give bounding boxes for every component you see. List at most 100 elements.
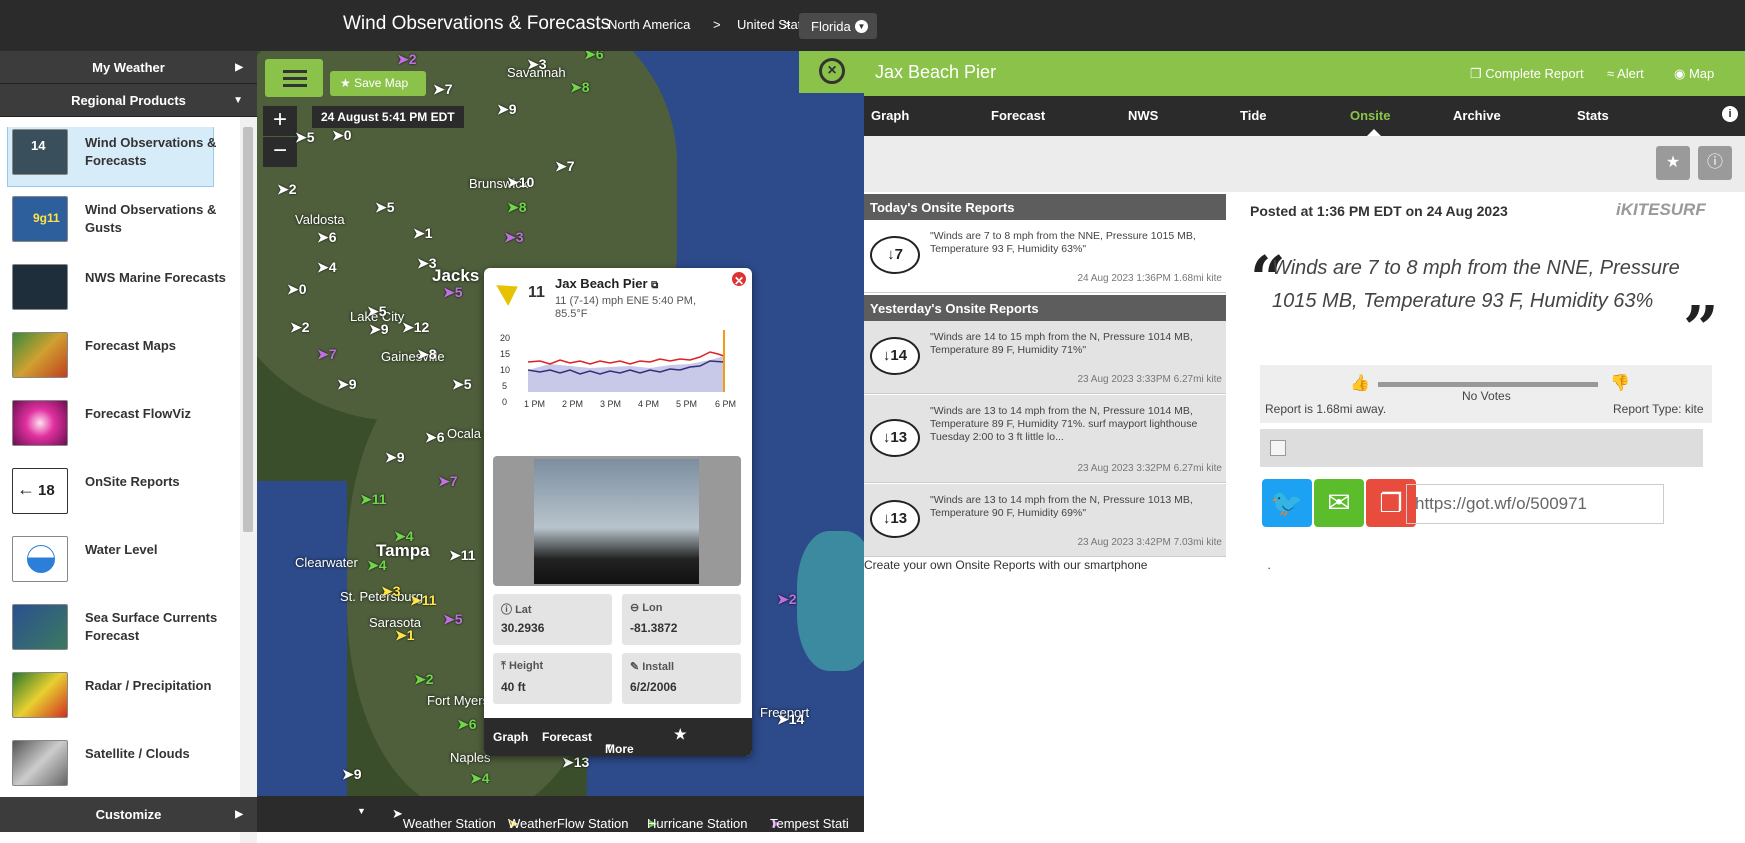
report-item[interactable]: ↓7 "Winds are 7 to 8 mph from the NNE, P… [864,220,1226,293]
popup-forecast-link[interactable]: Forecast [542,730,592,744]
chevron-down-icon[interactable]: ▼ [357,806,366,816]
station-marker[interactable]: ➤12 [402,319,429,336]
station-marker[interactable]: ➤4 [394,528,414,545]
station-marker[interactable]: ➤6 [425,429,445,446]
tab-onsite[interactable]: Onsite [1350,108,1390,123]
station-marker[interactable]: ➤10 [507,174,534,191]
thumbs-up-icon[interactable]: 👍 [1350,373,1370,393]
tab-tide[interactable]: Tide [1240,108,1267,123]
my-weather-header[interactable]: My Weather ▶ [0,51,257,84]
station-marker[interactable]: ➤1 [413,225,433,242]
station-marker[interactable]: ➤13 [562,754,589,771]
sidebar-scrollbar[interactable] [240,117,257,843]
tab-archive[interactable]: Archive [1453,108,1501,123]
menu-button[interactable] [265,59,323,97]
twitter-share-button[interactable]: 🐦 [1262,479,1312,527]
scrollbar-thumb[interactable] [243,127,253,532]
station-marker[interactable]: ➤6 [457,716,477,733]
station-marker[interactable]: ➤6 [584,51,604,63]
station-marker[interactable]: ➤2 [290,319,310,336]
station-marker[interactable]: ➤9 [497,101,517,118]
star-icon[interactable]: ★ [674,726,687,743]
sidebar-item-wind-observations-gusts[interactable]: 9g11 Wind Observations & Gusts [0,187,240,255]
station-marker[interactable]: ➤9 [369,321,389,338]
station-marker[interactable]: ➤8 [570,79,590,96]
station-marker[interactable]: ➤1 [395,627,415,644]
station-marker[interactable]: ➤3 [504,229,524,246]
station-marker[interactable]: ➤5 [443,611,463,628]
regional-products-header[interactable]: Regional Products ▼ [0,84,257,117]
station-title[interactable]: Jax Beach Pier ⧉ [555,276,658,291]
save-map-button[interactable]: ★ Save Map [330,71,426,96]
station-marker[interactable]: ➤7 [317,346,337,363]
sidebar-item-forecast-maps[interactable]: Forecast Maps [0,323,240,391]
station-marker[interactable]: ➤11 [449,547,476,564]
close-popup-button[interactable]: ✕ [730,270,748,288]
station-marker[interactable]: ➤3 [527,56,547,73]
close-map-button[interactable]: × [799,51,864,93]
station-marker[interactable]: ➤2 [397,51,417,68]
station-marker[interactable]: ➤7 [555,158,575,175]
sidebar-item-onsite-reports[interactable]: ← 18 OnSite Reports [0,459,240,527]
station-marker[interactable]: ➤11 [410,592,437,609]
station-marker[interactable]: ➤5 [443,284,463,301]
share-url-field[interactable]: https://got.wf/o/500971 [1406,484,1664,524]
station-marker[interactable]: ➤4 [367,557,387,574]
report-item[interactable]: ↓13 "Winds are 13 to 14 mph from the N, … [864,395,1226,483]
map-link[interactable]: ◉ Map [1674,66,1714,82]
station-marker[interactable]: ➤4 [470,770,490,787]
tab-graph[interactable]: Graph [871,108,909,123]
tab-stats[interactable]: Stats [1577,108,1609,123]
report-item[interactable]: ↓14 "Winds are 14 to 15 mph from the N, … [864,321,1226,394]
info-button[interactable]: ⓘ [1698,146,1732,180]
station-marker[interactable]: ➤5 [452,376,472,393]
sidebar-item-radar-precipitation[interactable]: Radar / Precipitation [0,663,240,731]
station-marker[interactable]: ➤9 [385,449,405,466]
station-marker[interactable]: ➤11 [360,491,387,508]
wind-detail: 11 (7-14) mph ENE 5:40 PM, 85.5°F [555,295,697,320]
sidebar-item-forecast-flowviz[interactable]: Forecast FlowViz [0,391,240,459]
station-marker[interactable]: ➤5 [367,303,387,320]
station-marker[interactable]: ➤8 [417,346,437,363]
sidebar-item-sea-surface-currents[interactable]: Sea Surface Currents Forecast [0,595,240,663]
station-marker[interactable]: ➤6 [317,229,337,246]
station-photo[interactable] [493,456,741,586]
popup-graph-link[interactable]: Graph [493,730,528,744]
zoom-in-button[interactable]: + [263,106,297,136]
station-marker[interactable]: ➤9 [337,376,357,393]
info-icon[interactable]: i [1722,106,1738,122]
station-marker[interactable]: ➤7 [433,81,453,98]
station-marker[interactable]: ➤0 [332,127,352,144]
customize-footer[interactable]: Customize ▶ [0,797,257,832]
station-marker[interactable]: ➤3 [381,583,401,600]
station-marker[interactable]: ➤5 [375,199,395,216]
breadcrumb-north-america[interactable]: North America [608,17,690,32]
station-marker[interactable]: ➤4 [317,259,337,276]
report-item[interactable]: ↓13 "Winds are 13 to 14 mph from the N, … [864,484,1226,557]
station-marker[interactable]: ➤2 [277,181,297,198]
station-marker[interactable]: ➤8 [507,199,527,216]
alert-link[interactable]: ≈ Alert [1607,66,1644,81]
state-selector[interactable]: Florida ▼ [799,13,877,39]
complete-report-link[interactable]: ❐ Complete Report [1470,66,1584,82]
info-icon: ⓘ [501,604,512,616]
tab-forecast[interactable]: Forecast [991,108,1045,123]
thumbs-down-icon[interactable]: 👎 [1610,373,1630,393]
sidebar-item-wind-observations-forecasts[interactable]: 14 Wind Observations & Forecasts [7,127,216,187]
station-marker[interactable]: ➤7 [438,473,458,490]
tab-nws[interactable]: NWS [1128,108,1158,123]
station-marker[interactable]: ➤2 [777,591,797,608]
email-share-button[interactable]: ✉ [1314,479,1364,527]
station-marker[interactable]: ➤0 [287,281,307,298]
station-marker[interactable]: ➤14 [777,711,804,728]
station-marker[interactable]: ➤2 [414,671,434,688]
station-marker[interactable]: ➤9 [342,766,362,783]
zoom-out-button[interactable]: − [263,137,297,167]
panel-header: Jax Beach Pier ❐ Complete Report ≈ Alert… [864,51,1745,96]
sidebar-item-water-level[interactable]: Water Level [0,527,240,595]
sidebar-item-satellite-clouds[interactable]: Satellite / Clouds [0,731,240,797]
favorite-star-button[interactable]: ★ [1656,146,1690,180]
sidebar-item-nws-marine-forecasts[interactable]: NWS Marine Forecasts [0,255,240,323]
station-marker[interactable]: ➤3 [417,255,437,272]
station-marker[interactable]: ➤5 [295,129,315,146]
